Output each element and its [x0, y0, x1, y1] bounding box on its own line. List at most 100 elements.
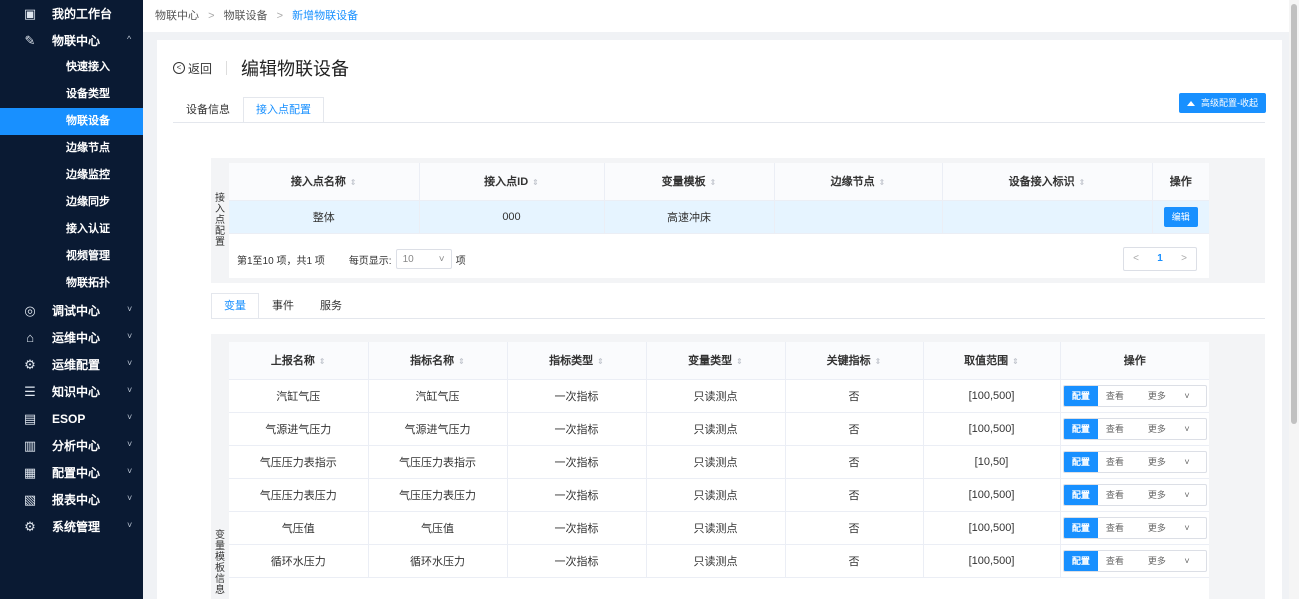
per-page-unit: 项	[455, 255, 466, 267]
sidebar-item-system[interactable]: ⚙ 系统管理 ˅	[0, 513, 143, 540]
config-button[interactable]: 配置	[1063, 385, 1098, 406]
sidebar-item-knowledge[interactable]: ☰ 知识中心 ˅	[0, 378, 143, 405]
breadcrumb-iot-center[interactable]: 物联中心	[155, 10, 199, 22]
more-dropdown[interactable]: 更多 ˅	[1132, 485, 1206, 505]
back-button[interactable]: < 返回	[173, 60, 212, 77]
col-header[interactable]: 上报名称 ⇕	[229, 342, 369, 380]
sidebar-sub-access-auth[interactable]: 接入认证	[0, 216, 143, 243]
view-button[interactable]: 查看	[1098, 518, 1132, 538]
tab-variables[interactable]: 变量	[211, 293, 259, 319]
next-page-button[interactable]: >	[1172, 248, 1196, 270]
cell-vtype: 只读测点	[646, 544, 786, 578]
more-dropdown[interactable]: 更多 ˅	[1132, 518, 1206, 538]
sort-icon[interactable]: ⇕	[710, 178, 717, 187]
sidebar-item-report[interactable]: ▧ 报表中心 ˅	[0, 486, 143, 513]
sort-icon[interactable]: ⇕	[532, 178, 539, 187]
sidebar-item-iot-center[interactable]: ✎ 物联中心 ^	[0, 27, 143, 54]
col-header[interactable]: 关键指标 ⇕	[785, 342, 924, 380]
sidebar-sub-edge-sync[interactable]: 边缘同步	[0, 189, 143, 216]
sort-icon[interactable]: ⇕	[875, 357, 882, 366]
sidebar-sub-iot-device[interactable]: 物联设备	[0, 108, 143, 135]
cell-vtype: 只读测点	[646, 412, 786, 446]
sort-icon[interactable]: ⇕	[1012, 357, 1019, 366]
sidebar-item-analysis[interactable]: ▥ 分析中心 ˅	[0, 432, 143, 459]
sort-icon[interactable]: ⇕	[350, 178, 357, 187]
sort-icon[interactable]: ⇕	[597, 357, 604, 366]
breadcrumb-iot-device[interactable]: 物联设备	[224, 10, 268, 22]
sidebar-item-ops-config[interactable]: ⚙ 运维配置 ˅	[0, 351, 143, 378]
cell-key: 否	[785, 412, 924, 446]
sort-icon[interactable]: ⇕	[736, 357, 743, 366]
table-row[interactable]: 气压压力表压力 气压压力表压力 一次指标 只读测点否 [100,500] 配置 查看 更多 ˅	[229, 478, 1209, 512]
col-header[interactable]: 变量模板 ⇕	[604, 163, 775, 201]
more-label: 更多	[1147, 423, 1166, 434]
view-button[interactable]: 查看	[1098, 386, 1132, 406]
sort-icon[interactable]: ⇕	[1079, 178, 1086, 187]
col-header[interactable]: 指标名称 ⇕	[368, 342, 508, 380]
sort-icon[interactable]: ⇕	[319, 357, 326, 366]
more-dropdown[interactable]: 更多 ˅	[1132, 419, 1206, 439]
table-row[interactable]: 循环水压力 循环水压力 一次指标 只读测点否 [100,500] 配置 查看 更多 ˅	[229, 544, 1209, 578]
page-number-button[interactable]: 1	[1148, 248, 1172, 270]
page-scrollbar[interactable]	[1289, 0, 1299, 599]
sidebar-item-esop[interactable]: ▤ ESOP ˅	[0, 405, 143, 432]
view-button[interactable]: 查看	[1098, 485, 1132, 505]
prev-page-button[interactable]: <	[1124, 248, 1148, 270]
sidebar-item-config-center[interactable]: ▦ 配置中心 ˅	[0, 459, 143, 486]
col-header[interactable]: 设备接入标识 ⇕	[942, 163, 1153, 201]
col-header[interactable]: 接入点名称 ⇕	[229, 163, 420, 201]
tab-events[interactable]: 事件	[259, 293, 307, 319]
sidebar-sub-quick-access[interactable]: 快速接入	[0, 54, 143, 81]
sidebar-item-debug[interactable]: ◎ 调试中心 ˅	[0, 297, 143, 324]
table-row[interactable]: 气压值 气压值 一次指标 只读测点否 [100,500] 配置 查看 更多 ˅	[229, 511, 1209, 545]
advanced-config-toggle-button[interactable]: 高级配置-收起	[1179, 93, 1266, 113]
tab-services[interactable]: 服务	[307, 293, 355, 319]
sidebar-sub-topology[interactable]: 物联拓扑	[0, 270, 143, 297]
col-header[interactable]: 边缘节点 ⇕	[774, 163, 943, 201]
edit-button[interactable]: 编辑	[1163, 206, 1198, 227]
config-button[interactable]: 配置	[1063, 550, 1098, 571]
per-page-select[interactable]: 10 ˅	[395, 249, 452, 269]
sort-icon[interactable]: ⇕	[458, 357, 465, 366]
config-button[interactable]: 配置	[1063, 451, 1098, 472]
view-button[interactable]: 查看	[1098, 452, 1132, 472]
view-button[interactable]: 查看	[1098, 419, 1132, 439]
more-label: 更多	[1147, 555, 1166, 566]
tab-access-point-config[interactable]: 接入点配置	[243, 97, 324, 123]
sidebar-sub-device-type[interactable]: 设备类型	[0, 81, 143, 108]
per-page-value: 10	[402, 253, 414, 265]
table-header-row: 上报名称 ⇕ 指标名称 ⇕ 指标类型 ⇕ 变量类型 ⇕ 关键指标 ⇕ 取值范围 ⇕ 操作	[229, 342, 1209, 380]
view-button[interactable]: 查看	[1098, 551, 1132, 571]
more-dropdown[interactable]: 更多 ˅	[1132, 452, 1206, 472]
scrollbar-thumb[interactable]	[1291, 4, 1297, 424]
sidebar-item-ops[interactable]: ⌂ 运维中心 ˅	[0, 324, 143, 351]
table-row[interactable]: 整体 000 高速冲床 编辑	[229, 200, 1209, 234]
variable-template-section: 变量模板信息 上报名称 ⇕ 指标名称 ⇕ 指标类型 ⇕ 变量类型 ⇕ 关键指标 ⇕	[211, 334, 1265, 599]
col-header-label: 关键指标	[826, 355, 871, 368]
cell-key: 否	[785, 445, 924, 479]
sort-icon[interactable]: ⇕	[879, 178, 886, 187]
col-header[interactable]: 接入点ID ⇕	[419, 163, 605, 201]
sidebar-sub-edge-monitor[interactable]: 边缘监控	[0, 162, 143, 189]
per-page-label: 每页显示:	[348, 255, 392, 267]
col-header[interactable]: 变量类型 ⇕	[646, 342, 786, 380]
table-row[interactable]: 气源进气压力 气源进气压力 一次指标 只读测点否 [100,500] 配置 查看 更多 ˅	[229, 412, 1209, 446]
iot-icon: ✎	[24, 32, 36, 48]
config-button[interactable]: 配置	[1063, 517, 1098, 538]
tab-device-info[interactable]: 设备信息	[173, 97, 243, 123]
more-dropdown[interactable]: 更多 ˅	[1132, 386, 1206, 406]
sidebar-sub-edge-node[interactable]: 边缘节点	[0, 135, 143, 162]
col-header[interactable]: 指标类型 ⇕	[507, 342, 647, 380]
breadcrumb: 物联中心 > 物联设备 > 新增物联设备	[143, 0, 1289, 32]
sidebar-item-workbench[interactable]: ▣ 我的工作台	[0, 0, 143, 27]
access-point-section: 接入点配置 接入点名称 ⇕ 接入点ID ⇕ 变量模板 ⇕ 边缘节点 ⇕ 设备接入标识 ⇕	[211, 158, 1265, 283]
sidebar-sub-video[interactable]: 视频管理	[0, 243, 143, 270]
table-row[interactable]: 气压压力表指示 气压压力表指示 一次指标 只读测点否 [10,50] 配置 查看 更多 ˅	[229, 445, 1209, 479]
table-row[interactable]: 汽缸气压 汽缸气压 一次指标 只读测点否 [100,500] 配置 查看 更多 ˅	[229, 379, 1209, 413]
more-dropdown[interactable]: 更多 ˅	[1132, 551, 1206, 571]
col-header[interactable]: 取值范围 ⇕	[923, 342, 1061, 380]
config-button[interactable]: 配置	[1063, 484, 1098, 505]
config-button[interactable]: 配置	[1063, 418, 1098, 439]
analysis-icon: ▥	[23, 437, 37, 453]
chevron-down-icon: ˅	[1184, 489, 1190, 500]
